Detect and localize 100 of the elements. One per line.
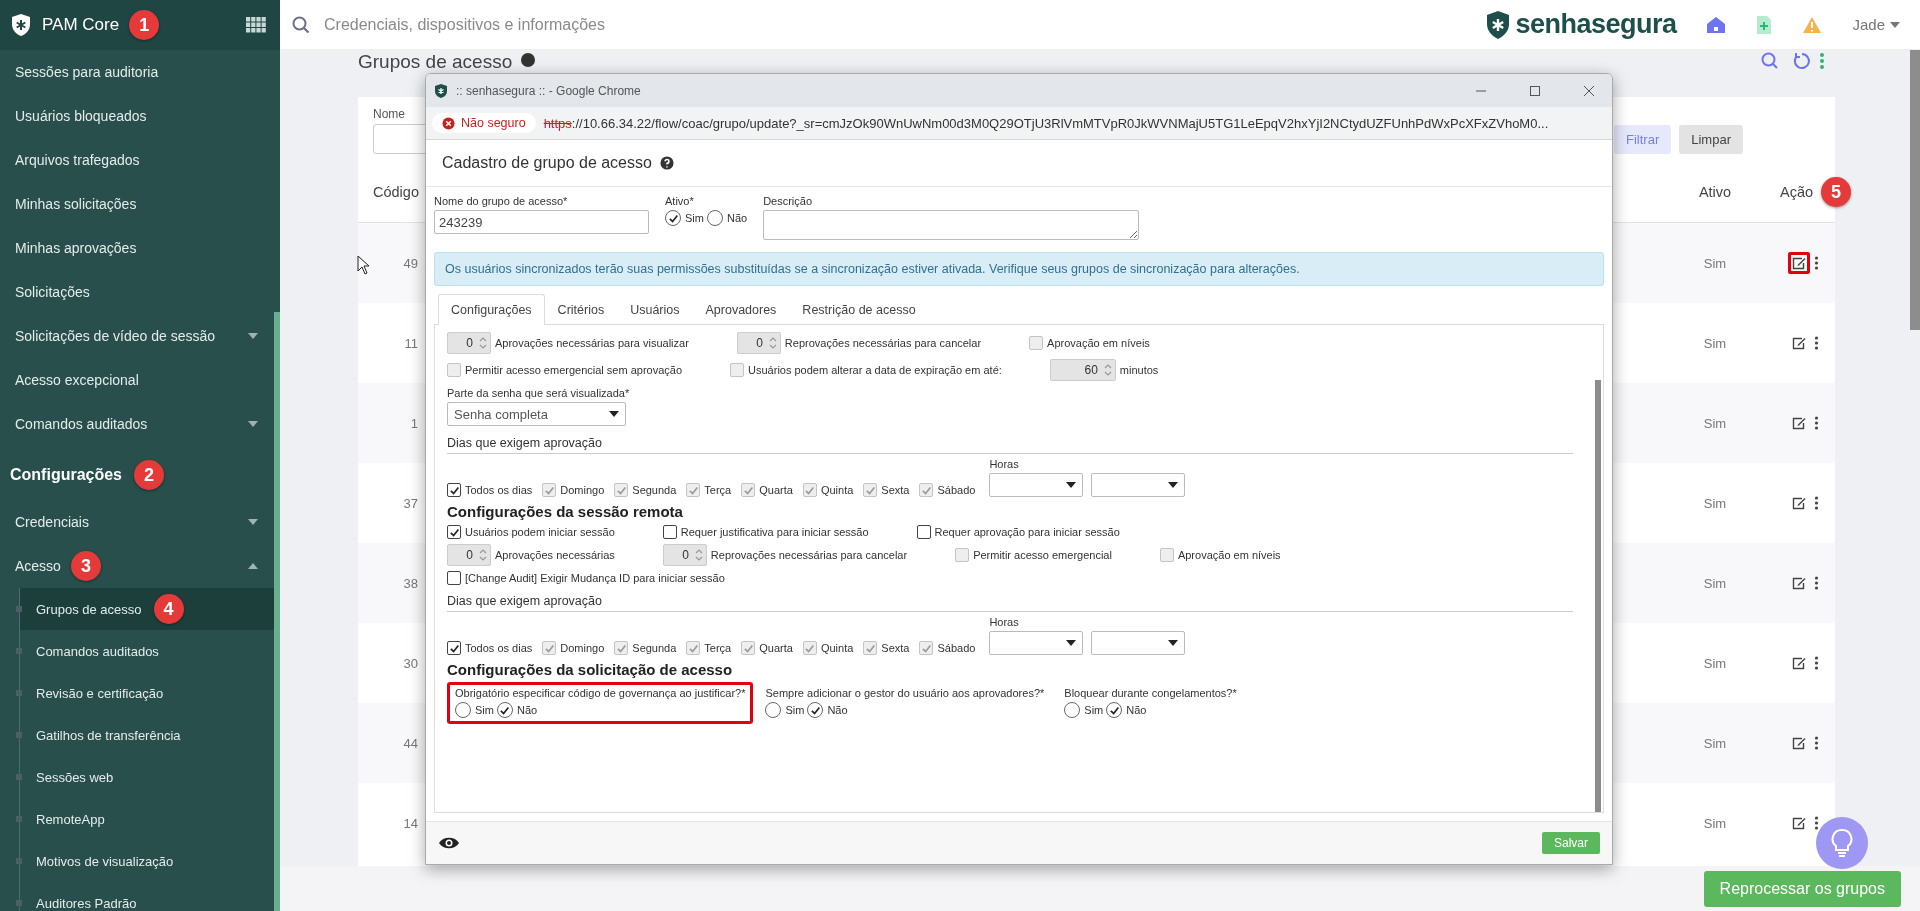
stepper-icon <box>479 548 487 562</box>
sidebar-subitem[interactable]: Auditores Padrão <box>20 882 274 911</box>
tab[interactable]: Aprovadores <box>692 294 790 325</box>
home-icon[interactable] <box>1706 15 1727 34</box>
more-options-icon[interactable] <box>1814 576 1819 590</box>
caret-icon <box>1066 482 1077 488</box>
tab[interactable]: Critérios <box>544 294 618 325</box>
lightbulb-icon <box>1830 828 1854 858</box>
tab[interactable]: Usuários <box>617 294 693 325</box>
check-icon <box>742 642 754 654</box>
more-options-icon[interactable] <box>1814 416 1819 430</box>
sidebar-item[interactable]: Acesso 3 <box>0 544 274 588</box>
field-label: Horas <box>989 616 1020 628</box>
checkbox[interactable] <box>447 641 461 655</box>
more-options-icon[interactable] <box>1814 736 1819 750</box>
bullet-icon <box>16 732 22 738</box>
select-field[interactable] <box>1091 631 1186 655</box>
checkbox-label: Todos os dias <box>465 484 533 496</box>
sidebar-subitem[interactable]: Sessões web <box>20 756 274 798</box>
checkbox[interactable] <box>447 483 461 497</box>
refresh-icon[interactable] <box>1793 52 1811 70</box>
sidebar-item[interactable]: Sessões para auditoria <box>0 50 274 94</box>
checkbox-label: Quinta <box>820 484 854 496</box>
checkbox[interactable] <box>662 525 677 539</box>
radio-label: Sim <box>785 704 805 716</box>
scrollbar[interactable] <box>1910 50 1920 330</box>
field-label: minutos <box>1119 364 1159 376</box>
select-field[interactable] <box>989 631 1084 655</box>
checkbox-label: Domingo <box>560 642 605 654</box>
scrollbar[interactable] <box>274 312 280 911</box>
check-icon <box>543 484 555 496</box>
check-icon <box>920 484 932 496</box>
form-title: Cadastro de grupo de acesso <box>442 154 652 172</box>
radio-label: Não <box>726 212 748 224</box>
radio-button[interactable] <box>496 702 513 718</box>
more-options-icon[interactable] <box>1814 656 1819 670</box>
radio-button[interactable] <box>1064 702 1081 718</box>
more-options-icon[interactable] <box>1814 496 1819 510</box>
radio-button[interactable] <box>807 702 824 718</box>
check-icon <box>1108 704 1120 716</box>
section-subheading: Dias que exigem aprovação <box>447 432 1573 454</box>
radio-button[interactable] <box>1106 702 1123 718</box>
sidebar-item[interactable]: Comandos auditados <box>0 402 274 446</box>
sidebar-subitem[interactable]: Gatilhos de transferência <box>20 714 274 756</box>
sidebar-item[interactable]: Arquivos trafegados <box>0 138 274 182</box>
sidebar-item[interactable]: Credenciais <box>0 500 274 544</box>
select-field[interactable] <box>1091 473 1186 497</box>
field-label: Horas <box>989 458 1020 470</box>
edit-button[interactable] <box>1788 252 1810 274</box>
radio-label: Sim <box>475 704 494 716</box>
radio-button[interactable] <box>765 702 782 718</box>
tab[interactable]: Restrição de acesso <box>789 294 929 325</box>
more-options-icon[interactable] <box>1814 256 1819 270</box>
scrollbar[interactable] <box>1595 380 1601 812</box>
number-field[interactable]: 0 <box>447 332 491 354</box>
sidebar-section-title: Configurações <box>10 466 122 484</box>
sidebar-item[interactable]: Minhas aprovações <box>0 226 274 270</box>
grid-menu-icon[interactable] <box>246 17 266 33</box>
description-field[interactable] <box>763 210 1140 240</box>
user-menu[interactable]: Jade <box>1852 16 1900 33</box>
sidebar-item[interactable]: Solicitações <box>0 270 274 314</box>
checkbox-label: Sexta <box>881 642 910 654</box>
sidebar-subitem[interactable]: Revisão e certificação <box>20 672 274 714</box>
bullet-icon <box>16 774 22 780</box>
question-label: Sempre adicionar o gestor do usuário aos aprovadores?* <box>765 687 1045 699</box>
number-field[interactable]: 0 <box>447 544 491 566</box>
checkbox-label: Quarta <box>759 642 793 654</box>
security-chip[interactable]: Não seguro <box>432 113 536 133</box>
select-field[interactable]: Senha completa <box>447 402 626 426</box>
add-file-icon[interactable] <box>1756 14 1773 35</box>
checkbox[interactable] <box>447 525 461 539</box>
checkbox[interactable] <box>447 571 461 585</box>
sidebar-item[interactable]: Solicitações de vídeo de sessão <box>0 314 274 358</box>
more-options-icon[interactable] <box>1814 816 1819 830</box>
checkbox[interactable] <box>916 525 931 539</box>
radio-button[interactable] <box>455 702 471 718</box>
select-field[interactable] <box>989 473 1084 497</box>
field-label: Reprovações necessárias para cancelar <box>784 337 982 349</box>
group-name-field[interactable]: 243239 <box>434 210 649 234</box>
sidebar-subitem[interactable]: RemoteApp <box>20 798 274 840</box>
clear-button[interactable]: Limpar <box>1679 125 1743 154</box>
shield-logo-icon <box>1485 9 1512 40</box>
eye-icon[interactable] <box>438 836 460 850</box>
search-field[interactable]: Credenciais, dispositivos e informações <box>322 14 826 35</box>
url-text[interactable]: https://10.66.34.22/flow/coac/grupo/update?_sr=cmJzOk90WnUwNm00d3M0Q29OTjU3RlVmMTVpR0JkWVNMajU5TG1LeEpqV2hxYjI2NCtydUZFUnhPdWxPcXFxZVhoM0... <box>543 115 1549 131</box>
tab[interactable]: Configurações <box>438 294 545 325</box>
number-field[interactable]: 0 <box>736 332 781 354</box>
sidebar-subitem[interactable]: Motivos de visualização <box>20 840 274 882</box>
sidebar-subitem[interactable]: Comandos auditados <box>20 630 274 672</box>
more-options-icon[interactable] <box>1814 336 1819 350</box>
radio-button[interactable] <box>665 210 681 226</box>
search-icon[interactable] <box>1761 52 1779 70</box>
number-field[interactable]: 0 <box>662 544 707 566</box>
search-icon <box>292 15 310 34</box>
sidebar-item[interactable]: Minhas solicitações <box>0 182 274 226</box>
sidebar-item[interactable]: Acesso excepcional <box>0 358 274 402</box>
number-field[interactable]: 60 <box>1049 359 1116 381</box>
radio-label: Sim <box>685 212 704 224</box>
sidebar-item[interactable]: Usuários bloqueados <box>0 94 274 138</box>
radio-button[interactable] <box>706 210 723 226</box>
